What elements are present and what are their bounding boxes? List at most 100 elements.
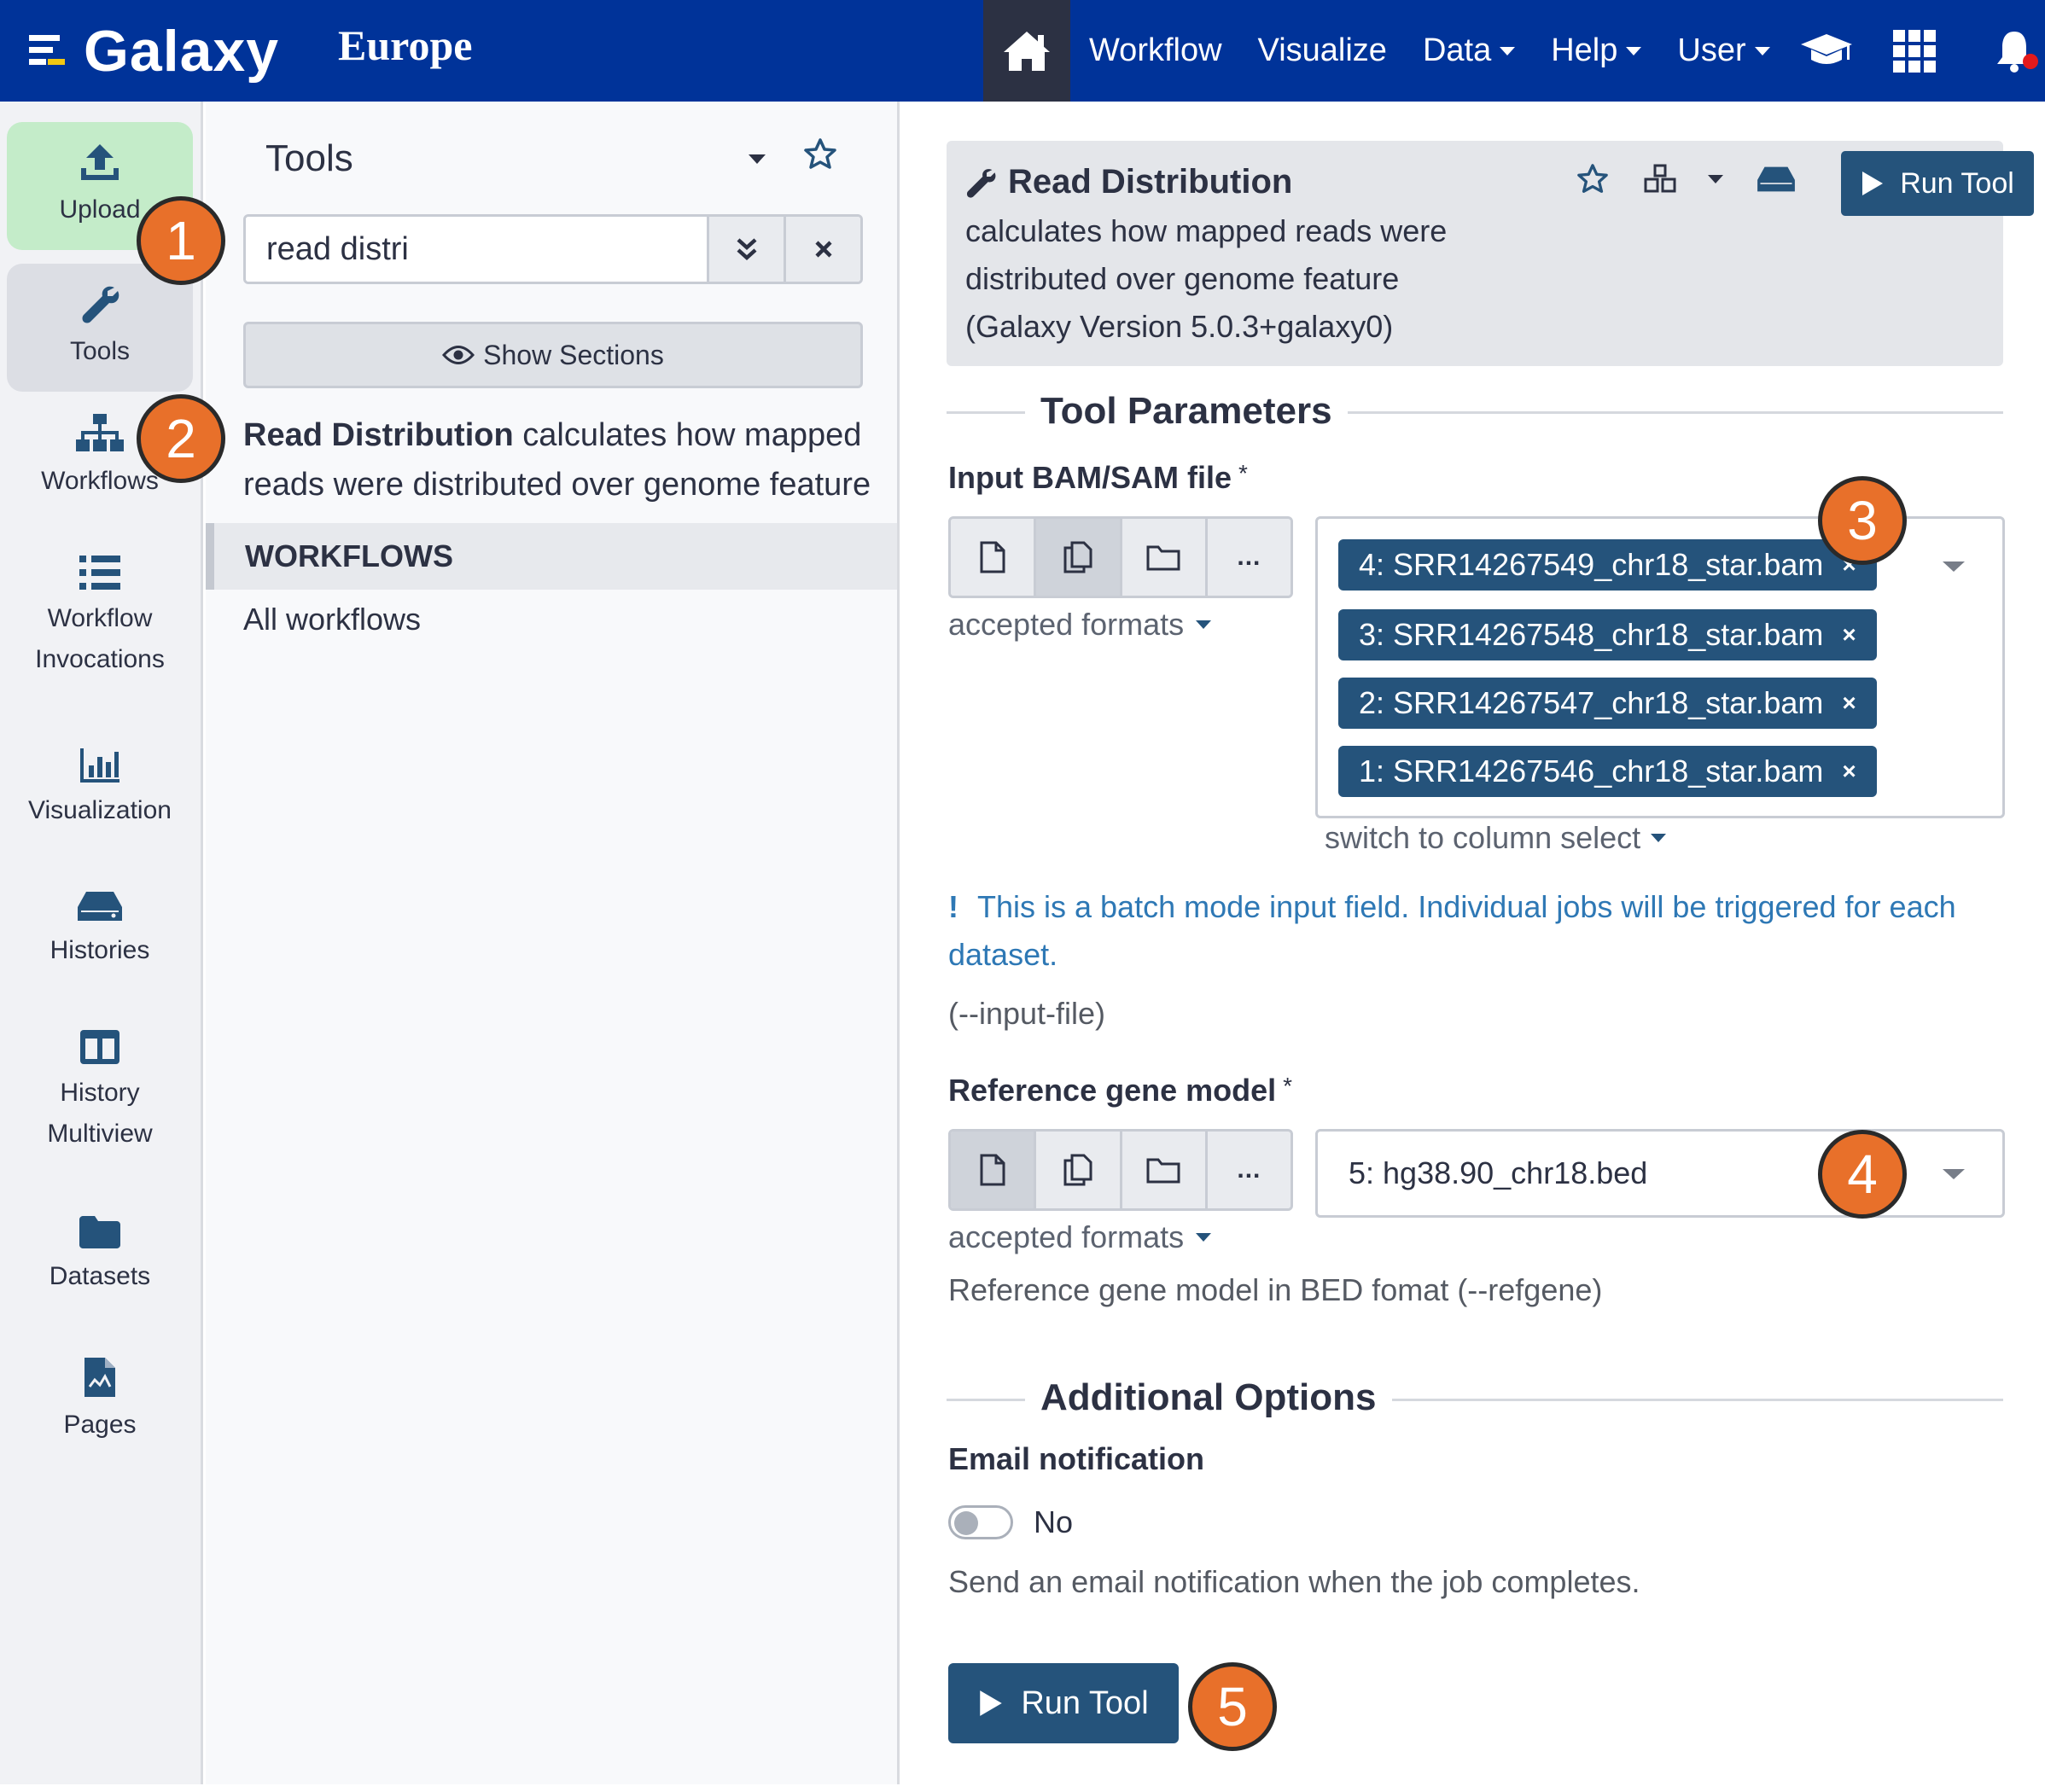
hdd-icon bbox=[1757, 166, 1795, 192]
file-icon bbox=[980, 541, 1005, 573]
reference-gene-mode-group: ... bbox=[948, 1129, 1293, 1211]
tag-label: 2: SRR14267547_chr18_star.bam bbox=[1359, 685, 1824, 720]
browse-datasets-button[interactable]: ... bbox=[1207, 519, 1291, 596]
remove-tag-icon[interactable]: × bbox=[1842, 689, 1856, 717]
single-dataset-button[interactable] bbox=[951, 1132, 1037, 1208]
tool-result-name: Read Distribution bbox=[243, 417, 514, 453]
single-dataset-button[interactable] bbox=[951, 519, 1037, 596]
notifications-button[interactable] bbox=[1995, 0, 2038, 102]
activity-datasets[interactable]: Datasets bbox=[7, 1216, 193, 1297]
required-mark: * bbox=[1283, 1073, 1293, 1099]
tool-version: (Galaxy Version 5.0.3+galaxy0) bbox=[965, 309, 1394, 344]
activity-workflow-invocations-label: Workflow Invocations bbox=[35, 604, 165, 673]
nav-help[interactable]: Help bbox=[1551, 32, 1642, 69]
ellipsis-icon: ... bbox=[1237, 1155, 1261, 1184]
activity-workflow-invocations[interactable]: Workflow Invocations bbox=[7, 556, 193, 680]
remove-tag-icon[interactable]: × bbox=[1842, 621, 1856, 649]
email-notification-row: No bbox=[948, 1504, 1073, 1540]
multiple-datasets-button[interactable] bbox=[1036, 1132, 1122, 1208]
advanced-search-button[interactable] bbox=[707, 217, 784, 282]
reference-gene-label-text: Reference gene model bbox=[948, 1073, 1277, 1108]
home-button[interactable] bbox=[983, 0, 1070, 102]
panel-view-dropdown-icon[interactable] bbox=[749, 154, 766, 164]
caret-down-icon bbox=[1754, 46, 1770, 55]
copy-icon bbox=[1063, 1154, 1092, 1186]
toggle-knob bbox=[954, 1511, 978, 1535]
tool-panel: Tools Show Sections Read Distribution ca bbox=[206, 102, 900, 1784]
multiple-datasets-button[interactable] bbox=[1036, 519, 1122, 596]
tool-search-input[interactable] bbox=[246, 217, 707, 282]
training-button[interactable] bbox=[1799, 0, 1854, 102]
graduation-cap-icon bbox=[1801, 33, 1852, 64]
eye-icon bbox=[442, 346, 475, 364]
accepted-formats-toggle-bam[interactable]: accepted formats bbox=[948, 607, 1212, 643]
input-bam-select[interactable]: 4: SRR14267549_chr18_star.bam × 3: SRR142… bbox=[1315, 516, 2005, 818]
angle-double-down-icon bbox=[736, 238, 757, 261]
activity-history-multiview-label: History Multiview bbox=[47, 1079, 153, 1148]
switch-to-column-select[interactable]: switch to column select bbox=[1325, 820, 1667, 856]
activity-pages[interactable]: Pages bbox=[7, 1358, 193, 1446]
dataset-collection-button[interactable] bbox=[1122, 519, 1208, 596]
star-icon bbox=[804, 138, 836, 169]
run-tool-button[interactable]: Run Tool bbox=[948, 1663, 1179, 1743]
input-bam-arg: (--input-file) bbox=[948, 996, 1106, 1031]
tool-parameters-title: Tool Parameters bbox=[1025, 390, 1348, 433]
nav-workflow[interactable]: Workflow bbox=[1089, 32, 1222, 69]
folder-open-icon bbox=[1146, 545, 1180, 571]
dataset-collection-button[interactable] bbox=[1122, 1132, 1208, 1208]
wrench-icon bbox=[82, 286, 119, 323]
nav-data[interactable]: Data bbox=[1423, 32, 1516, 69]
favorite-tool-button[interactable] bbox=[1576, 163, 1609, 195]
select-caret-icon[interactable] bbox=[1943, 1169, 1965, 1179]
email-notification-value: No bbox=[1034, 1504, 1074, 1539]
nav-help-label: Help bbox=[1551, 32, 1618, 68]
tool-description-text: calculates how mapped reads were distrib… bbox=[965, 213, 1448, 296]
callout-5: 5 bbox=[1188, 1662, 1277, 1751]
caret-down-icon[interactable] bbox=[1708, 175, 1723, 183]
tool-options-button[interactable] bbox=[1643, 164, 1723, 195]
activity-histories[interactable]: Histories bbox=[7, 890, 193, 971]
ellipsis-icon: ... bbox=[1237, 543, 1261, 571]
brand[interactable]: Galaxy bbox=[29, 15, 279, 87]
accepted-formats-toggle-ref[interactable]: accepted formats bbox=[948, 1219, 1212, 1255]
nav-visualize[interactable]: Visualize bbox=[1258, 32, 1387, 69]
batch-mode-note: ! This is a batch mode input field. Indiv… bbox=[948, 883, 2015, 979]
activity-visualization-label: Visualization bbox=[28, 796, 172, 824]
selected-dataset-tag: 3: SRR14267548_chr18_star.bam × bbox=[1338, 609, 1877, 660]
exclamation-icon: ! bbox=[948, 889, 958, 924]
star-icon bbox=[1577, 164, 1608, 193]
additional-options-title: Additional Options bbox=[1025, 1376, 1392, 1419]
required-mark: * bbox=[1238, 460, 1248, 486]
upload-icon bbox=[81, 143, 119, 180]
reference-gene-selected: 5: hg38.90_chr18.bed bbox=[1349, 1155, 1648, 1190]
tool-result-read-distribution[interactable]: Read Distribution calculates how mapped … bbox=[243, 410, 875, 509]
file-icon bbox=[980, 1154, 1005, 1186]
caret-down-icon bbox=[1500, 46, 1516, 55]
tool-panel-title: Tools bbox=[265, 137, 353, 179]
all-workflows-link[interactable]: All workflows bbox=[243, 602, 421, 637]
columns-icon bbox=[80, 1030, 119, 1064]
favorites-button[interactable] bbox=[803, 137, 837, 172]
clear-search-button[interactable] bbox=[784, 217, 860, 282]
hdd-icon bbox=[78, 892, 122, 921]
email-notification-toggle[interactable] bbox=[948, 1505, 1013, 1539]
apps-button[interactable] bbox=[1893, 0, 1936, 102]
show-sections-label: Show Sections bbox=[483, 339, 664, 370]
run-tool-button-top[interactable]: Run Tool bbox=[1841, 151, 2034, 216]
brand-subtitle: Europe bbox=[338, 21, 473, 69]
tool-storage-button[interactable] bbox=[1757, 166, 1795, 193]
activity-visualization[interactable]: Visualization bbox=[7, 748, 193, 831]
select-caret-icon[interactable] bbox=[1943, 561, 1965, 572]
accepted-formats-label: accepted formats bbox=[948, 1219, 1185, 1254]
activity-tools[interactable]: Tools bbox=[7, 264, 193, 392]
show-sections-button[interactable]: Show Sections bbox=[243, 322, 863, 388]
activity-history-multiview[interactable]: History Multiview bbox=[7, 1030, 193, 1155]
grid-icon bbox=[1893, 29, 1936, 73]
nav-user[interactable]: User bbox=[1677, 32, 1770, 69]
workflows-section-header: WORKFLOWS bbox=[206, 523, 897, 590]
remove-tag-icon[interactable]: × bbox=[1842, 758, 1856, 785]
close-icon bbox=[814, 241, 832, 258]
play-icon bbox=[1862, 172, 1884, 195]
copy-icon bbox=[1063, 541, 1092, 573]
browse-datasets-button[interactable]: ... bbox=[1207, 1132, 1291, 1208]
